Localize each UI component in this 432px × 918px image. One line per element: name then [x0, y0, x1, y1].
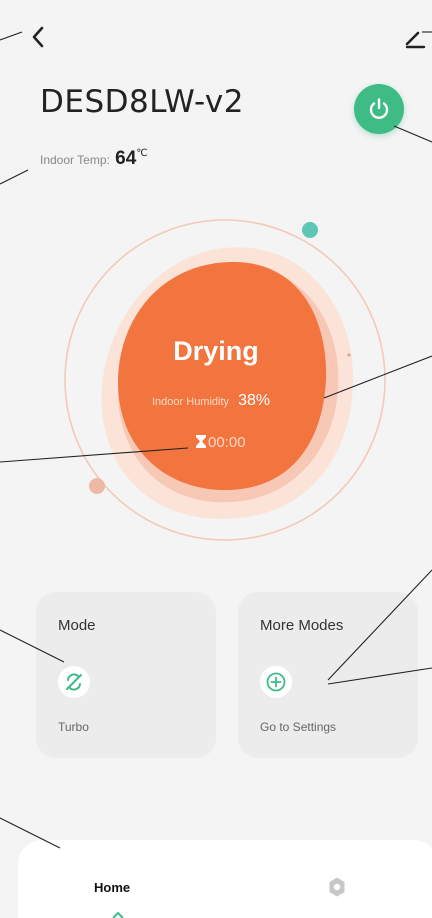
tab-settings[interactable] — [326, 876, 348, 898]
plus-circle-icon — [266, 672, 286, 692]
chevron-left-icon — [32, 26, 44, 48]
power-icon — [369, 98, 389, 119]
more-modes-title: More Modes — [260, 617, 344, 634]
timer: 00:00 — [196, 434, 246, 451]
more-modes-card[interactable]: More Modes Go to Settings — [238, 592, 418, 758]
mode-card-title: Mode — [58, 617, 96, 634]
mode-icon-button[interactable] — [58, 666, 90, 698]
screen: DESD8LW-v2 Indoor Temp: 64℃ Drying Indoo… — [0, 0, 432, 918]
back-button[interactable] — [28, 22, 50, 52]
mode-value: Turbo — [58, 720, 89, 734]
edit-button[interactable] — [404, 22, 432, 50]
go-to-settings-link[interactable]: Go to Settings — [260, 720, 336, 734]
tab-home[interactable]: Home — [94, 880, 130, 895]
indoor-temp-value: 64 — [115, 148, 137, 169]
home-tab-indicator — [112, 912, 124, 918]
turbo-icon — [66, 673, 82, 691]
timer-value: 00:00 — [208, 434, 246, 451]
device-name: DESD8LW-v2 — [40, 84, 244, 120]
orbit-dot-teal — [302, 222, 318, 238]
indoor-temp: Indoor Temp: 64℃ — [40, 148, 148, 170]
more-modes-icon-button[interactable] — [260, 666, 292, 698]
pencil-icon — [405, 31, 426, 49]
gear-icon — [329, 877, 345, 897]
indoor-humidity: Indoor Humidity 38% — [152, 392, 270, 410]
humidity-value: 38% — [238, 392, 271, 409]
bottom-tab-bar — [18, 840, 432, 918]
indoor-temp-label: Indoor Temp: — [40, 153, 110, 167]
status-mode-label: Drying — [173, 336, 259, 366]
mode-card[interactable]: Mode Turbo — [36, 592, 216, 758]
status-dial — [64, 219, 386, 541]
hourglass-icon — [196, 435, 206, 448]
indoor-temp-unit: ℃ — [136, 148, 148, 159]
orbit-dot-peach — [89, 478, 105, 494]
humidity-label: Indoor Humidity — [152, 396, 230, 408]
power-button[interactable] — [354, 84, 404, 134]
